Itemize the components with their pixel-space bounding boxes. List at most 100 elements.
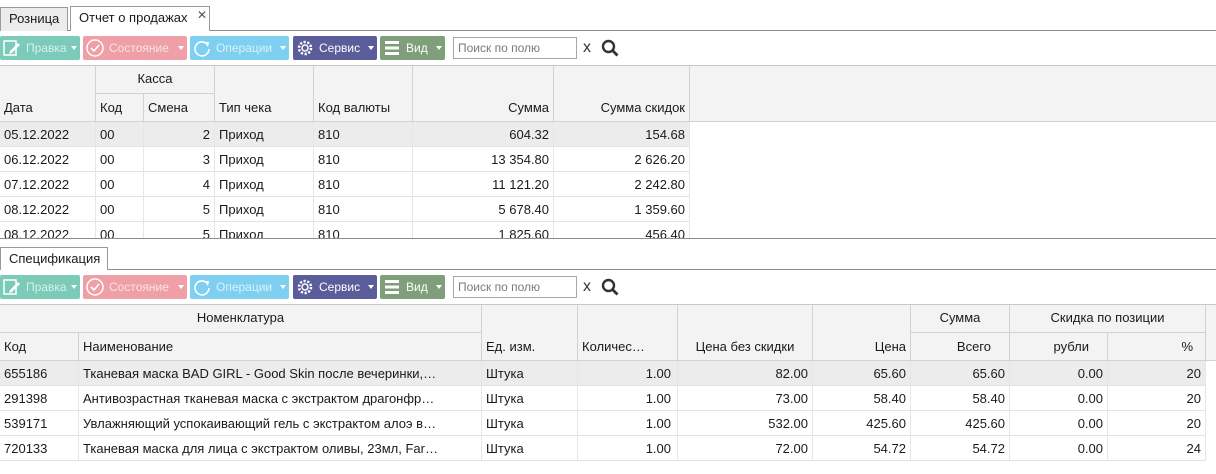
chevron-down-icon [368,46,374,50]
cell-total: 65.60 [911,361,1010,386]
edit-button[interactable]: Правка [0,275,80,299]
header-kassa-shift[interactable]: Смена [144,94,215,122]
header-label: Тип чека [219,100,272,115]
cell-shift: 5 [144,222,215,238]
header-name[interactable]: Наименование [79,333,482,361]
operations-button[interactable]: Операции [190,36,289,60]
check-circle-icon [86,278,104,296]
table-row[interactable]: 05.12.2022 00 2 Приход 810 604.32 154.68 [0,122,690,147]
header-date[interactable]: Дата [0,66,96,122]
service-label: Сервис [319,41,361,55]
cell-kassa-code: 00 [96,122,144,147]
header-total[interactable]: Всего [911,333,1010,361]
cell-unit: Штука [482,436,578,461]
close-icon[interactable]: ✕ [197,7,207,23]
header-label: Цена без скидки [695,339,795,354]
header-label: Сумма [939,310,981,325]
search-input[interactable] [453,37,577,59]
header-quantity[interactable]: Количес… [578,305,678,361]
cell-code: 655186 [0,361,79,386]
header-currency-code[interactable]: Код валюты [314,66,413,122]
table-row[interactable]: 06.12.2022 00 3 Приход 810 13 354.80 2 6… [0,147,690,172]
cell-receipt-type: Приход [215,172,314,197]
chevron-down-icon [368,285,374,289]
cell-currency: 810 [314,122,413,147]
table-row[interactable]: 07.12.2022 00 4 Приход 810 11 121.20 2 2… [0,172,690,197]
edit-button[interactable]: Правка [0,36,80,60]
cell-discount-rub: 0.00 [1010,436,1108,461]
header-label: Скидка по позиции [1050,310,1165,325]
cell-code: 291398 [0,386,79,411]
search-icon[interactable] [601,39,619,57]
header-group-kassa: Касса [96,66,215,94]
state-button[interactable]: Состояние [83,36,187,60]
header-sum[interactable]: Сумма [413,66,554,122]
table-row[interactable]: 08.12.2022 00 5 Приход 810 5 678.40 1 35… [0,197,690,222]
cell-currency: 810 [314,147,413,172]
operations-label: Операции [216,41,273,55]
header-label: Смена [148,100,188,115]
header-discount-sum[interactable]: Сумма скидок [554,66,690,122]
cell-discount-pct: 24 [1108,436,1206,461]
sales-grid: Дата Касса Код Смена Тип чека Код валюты… [0,65,1216,238]
search-icon[interactable] [601,278,619,296]
header-label: Ед. изм. [486,339,536,354]
list-view-icon [385,41,399,55]
table-row[interactable]: 720133 Тканевая маска для лица с экстрак… [0,436,1206,461]
header-price[interactable]: Цена [813,305,911,361]
service-label: Сервис [319,280,361,294]
tab-sales-report[interactable]: Отчет о продажах ✕ [70,6,210,31]
cell-sum: 1 825.60 [413,222,554,238]
operations-button[interactable]: Операции [190,275,289,299]
table-row[interactable]: 655186 Тканевая маска BAD GIRL - Good Sk… [0,361,1206,386]
detail-tabs: Спецификация [0,238,1216,270]
cell-total: 425.60 [911,411,1010,436]
view-button[interactable]: Вид [380,36,445,60]
header-group-discount: Скидка по позиции [1010,305,1206,333]
sales-toolbar: Правка Состояние Операции Сервис Вид x [0,32,1216,64]
header-code[interactable]: Код [0,333,79,361]
cell-unit: Штука [482,411,578,436]
chevron-down-icon [178,285,184,289]
header-kassa-code[interactable]: Код [96,94,144,122]
cell-shift: 5 [144,197,215,222]
cell-name: Тканевая маска для лица с экстрактом оли… [79,436,482,461]
header-unit[interactable]: Ед. изм. [482,305,578,361]
cell-quantity: 1.00 [578,361,678,386]
cell-discount: 2 242.80 [554,172,690,197]
header-label: Сумма скидок [600,100,685,115]
cell-receipt-type: Приход [215,222,314,238]
cell-date: 08.12.2022 [0,222,96,238]
cell-kassa-code: 00 [96,147,144,172]
header-discount-pct[interactable]: % [1108,333,1206,361]
cell-currency: 810 [314,222,413,238]
header-label: Наименование [83,339,174,354]
service-button[interactable]: Сервис [293,275,377,299]
header-receipt-type[interactable]: Тип чека [215,66,314,122]
cell-sum: 5 678.40 [413,197,554,222]
clear-search-button[interactable]: x [583,277,591,297]
tab-retail[interactable]: Розница [0,7,68,31]
header-discount-rub[interactable]: рубли [1010,333,1108,361]
table-row[interactable]: 539171 Увлажняющий успокаивающий гель с … [0,411,1206,436]
state-label: Состояние [109,41,169,55]
cell-discount: 154.68 [554,122,690,147]
document-tabs: Розница Отчет о продажах ✕ [0,0,1216,31]
cell-price-no-discount: 532.00 [678,411,813,436]
tab-specification[interactable]: Спецификация [0,247,108,270]
cell-quantity: 1.00 [578,386,678,411]
chevron-down-icon [280,285,286,289]
header-price-no-discount[interactable]: Цена без скидки [678,305,813,361]
table-row[interactable]: 08.12.2022 00 5 Приход 810 1 825.60 456.… [0,222,690,238]
table-row[interactable]: 291398 Антивозрастная тканевая маска с э… [0,386,1206,411]
cell-sum: 604.32 [413,122,554,147]
service-button[interactable]: Сервис [293,36,377,60]
state-button[interactable]: Состояние [83,275,187,299]
view-button[interactable]: Вид [380,275,445,299]
cell-shift: 3 [144,147,215,172]
clear-search-button[interactable]: x [583,38,591,58]
tab-label: Отчет о продажах [79,10,188,25]
header-label: Цена [874,339,906,354]
header-label: Касса [137,71,173,86]
search-input[interactable] [453,276,577,298]
